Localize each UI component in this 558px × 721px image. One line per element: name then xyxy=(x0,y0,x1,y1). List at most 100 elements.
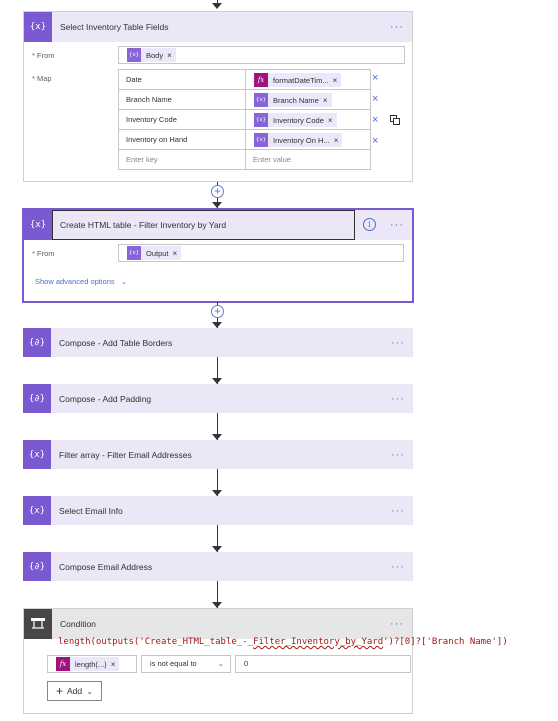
map-row: Branch Name {x} Branch Name × xyxy=(118,89,371,110)
remove-token-icon[interactable]: × xyxy=(111,660,120,669)
condition-card: Condition ··· length(outputs('Create_HTM… xyxy=(23,608,508,714)
map-value[interactable]: fx formatDateTim... × xyxy=(245,69,371,90)
step-title: Compose - Add Padding xyxy=(59,393,152,404)
compose-icon: {∂} xyxy=(23,328,51,357)
show-advanced-options-link[interactable]: Show advanced options ⌄ xyxy=(35,277,127,286)
compose-icon: {∂} xyxy=(23,384,51,413)
step-title: Filter array - Filter Email Addresses xyxy=(59,449,192,460)
switch-mode-icon[interactable] xyxy=(390,115,400,125)
more-options-icon[interactable]: ··· xyxy=(390,21,404,33)
function-icon: fx xyxy=(56,657,70,671)
step-header: {∂} Compose Email Address ··· xyxy=(23,552,413,581)
token-output[interactable]: {x} Output × xyxy=(127,246,182,260)
condition-expression: length(outputs('Create_HTML_table_-_Filt… xyxy=(58,637,508,647)
add-button[interactable]: + Add ⌄ xyxy=(47,681,103,701)
step-header: {∂} Compose - Add Padding ··· xyxy=(23,384,413,413)
map-key[interactable]: Branch Name xyxy=(118,89,246,110)
filter-icon: {x} xyxy=(23,440,51,469)
token-length[interactable]: fx length(...) × xyxy=(56,657,120,671)
delete-row-icon[interactable]: × xyxy=(372,94,378,105)
remove-token-icon[interactable]: × xyxy=(334,136,343,145)
delete-row-icon[interactable]: × xyxy=(372,115,378,126)
variable-icon: {x} xyxy=(254,133,268,147)
remove-token-icon[interactable]: × xyxy=(328,116,337,125)
select-inventory-card: {x} Select Inventory Table Fields ··· * … xyxy=(23,11,413,182)
chevron-down-icon: ⌄ xyxy=(86,685,94,696)
token-body[interactable]: {x} Body × xyxy=(127,48,176,62)
step-card[interactable]: {∂} Compose Email Address ··· xyxy=(23,552,413,581)
step-title: Compose Email Address xyxy=(59,561,153,572)
expression-text: ')?[0]?['Branch Name']) xyxy=(383,637,508,647)
condition-left-operand[interactable]: fx length(...) × xyxy=(47,655,137,673)
step-header: {∂} Compose - Add Table Borders ··· xyxy=(23,328,413,357)
condition-icon xyxy=(24,609,52,639)
more-options-icon[interactable]: ··· xyxy=(391,561,405,573)
variable-icon: {x} xyxy=(254,93,268,107)
create-html-header[interactable]: {x} Create HTML table - Filter Inventory… xyxy=(24,210,412,240)
compose-icon: {∂} xyxy=(23,552,51,581)
map-value[interactable]: {x} Inventory On H... × xyxy=(245,129,371,150)
add-label: Add xyxy=(67,686,83,696)
select-icon: {x} xyxy=(24,12,52,42)
chevron-down-icon: ⌄ xyxy=(120,277,128,286)
delete-row-icon[interactable]: × xyxy=(372,136,378,147)
condition-title: Condition xyxy=(60,619,96,629)
step-card[interactable]: {x} Select Email Info ··· xyxy=(23,496,413,525)
insert-step-icon[interactable]: + xyxy=(211,185,224,198)
more-options-icon[interactable]: ··· xyxy=(391,449,405,461)
card-title: Select Inventory Table Fields xyxy=(60,22,169,32)
info-icon[interactable]: i xyxy=(363,218,376,231)
step-title: Select Email Info xyxy=(59,505,123,516)
from-label: * From xyxy=(32,51,55,60)
map-key[interactable]: Inventory on Hand xyxy=(118,129,246,150)
variable-icon: {x} xyxy=(127,246,141,260)
function-icon: fx xyxy=(254,73,268,87)
step-header: {x} Select Email Info ··· xyxy=(23,496,413,525)
from-field[interactable]: {x} Output × xyxy=(118,244,404,262)
variable-icon: {x} xyxy=(254,113,268,127)
remove-token-icon[interactable]: × xyxy=(323,96,332,105)
plus-icon: + xyxy=(56,684,64,698)
right-value: 0 xyxy=(244,659,249,668)
more-options-icon[interactable]: ··· xyxy=(391,337,405,349)
more-options-icon[interactable]: ··· xyxy=(391,505,405,517)
operator-select[interactable]: is not equal to ⌄ xyxy=(141,655,231,673)
delete-row-icon[interactable]: × xyxy=(372,73,378,84)
token-inventory-on-hand[interactable]: {x} Inventory On H... × xyxy=(254,133,343,147)
map-row: Date fx formatDateTim... × xyxy=(118,69,371,90)
step-card[interactable]: {∂} Compose - Add Table Borders ··· xyxy=(23,328,413,357)
map-value[interactable]: {x} Inventory Code × xyxy=(245,109,371,130)
operator-value: is not equal to xyxy=(150,659,197,668)
step-title: Compose - Add Table Borders xyxy=(59,337,173,348)
select-inventory-header[interactable]: {x} Select Inventory Table Fields ··· xyxy=(24,12,412,42)
map-key[interactable]: Date xyxy=(118,69,246,90)
map-row: Inventory on Hand {x} Inventory On H... … xyxy=(118,129,371,150)
remove-token-icon[interactable]: × xyxy=(333,76,342,85)
value-input[interactable]: Enter value xyxy=(245,149,371,170)
condition-header[interactable]: Condition ··· xyxy=(24,609,412,639)
key-input[interactable]: Enter key xyxy=(118,149,246,170)
chevron-down-icon: ⌄ xyxy=(217,659,224,668)
step-card[interactable]: {∂} Compose - Add Padding ··· xyxy=(23,384,413,413)
token-inventory-code[interactable]: {x} Inventory Code × xyxy=(254,113,337,127)
more-options-icon[interactable]: ··· xyxy=(391,393,405,405)
variable-icon: {x} xyxy=(127,48,141,62)
select-icon: {x} xyxy=(23,496,51,525)
map-value[interactable]: {x} Branch Name × xyxy=(245,89,371,110)
remove-token-icon[interactable]: × xyxy=(167,51,176,60)
remove-token-icon[interactable]: × xyxy=(173,249,182,258)
map-label: * Map xyxy=(32,74,52,83)
step-card[interactable]: {x} Filter array - Filter Email Addresse… xyxy=(23,440,413,469)
insert-step-icon[interactable]: + xyxy=(211,305,224,318)
map-key[interactable]: Inventory Code xyxy=(118,109,246,130)
token-formatdatetime[interactable]: fx formatDateTim... × xyxy=(254,73,342,87)
token-branch-name[interactable]: {x} Branch Name × xyxy=(254,93,332,107)
more-options-icon[interactable]: ··· xyxy=(390,219,404,231)
from-field[interactable]: {x} Body × xyxy=(118,46,405,64)
create-html-card: {x} Create HTML table - Filter Inventory… xyxy=(23,209,413,302)
condition-right-operand[interactable]: 0 xyxy=(235,655,411,673)
map-row: Inventory Code {x} Inventory Code × xyxy=(118,109,371,130)
expression-text: Filter_Inventory_by_Yard xyxy=(253,637,384,647)
connector-arrow xyxy=(212,3,222,9)
more-options-icon[interactable]: ··· xyxy=(390,618,404,630)
